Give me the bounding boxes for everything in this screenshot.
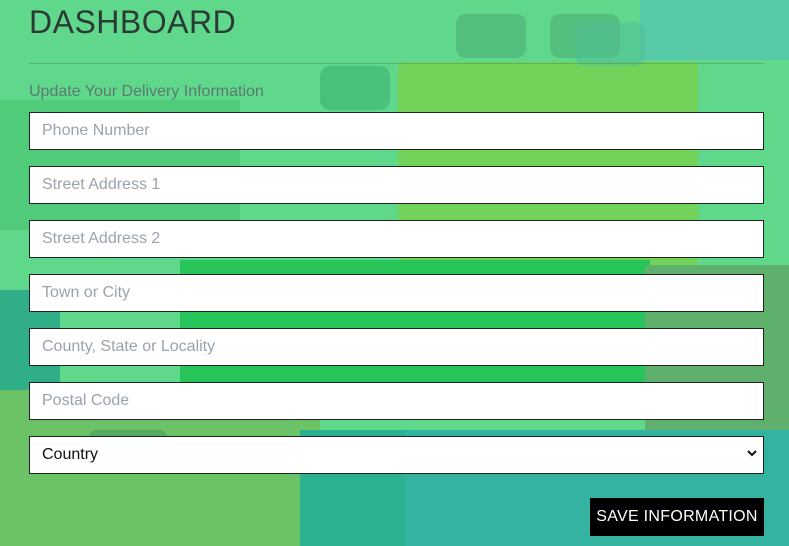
form-subtitle: Update Your Delivery Information bbox=[29, 83, 264, 100]
county-state-field[interactable] bbox=[29, 328, 764, 366]
chevron-down-icon bbox=[747, 450, 757, 457]
save-information-button[interactable]: SAVE INFORMATION bbox=[590, 498, 764, 536]
country-select[interactable]: Country bbox=[29, 436, 764, 474]
country-select-value: Country bbox=[29, 436, 764, 474]
town-city-field[interactable] bbox=[29, 274, 764, 312]
page-title: DASHBOARD bbox=[29, 4, 237, 40]
dashboard-panel: DASHBOARD Update Your Delivery Informati… bbox=[29, 0, 764, 536]
phone-number-field[interactable] bbox=[29, 112, 764, 150]
divider bbox=[29, 63, 764, 64]
street-address-1-field[interactable] bbox=[29, 166, 764, 204]
street-address-2-field[interactable] bbox=[29, 220, 764, 258]
delivery-form: Country bbox=[29, 112, 764, 474]
postal-code-field[interactable] bbox=[29, 382, 764, 420]
